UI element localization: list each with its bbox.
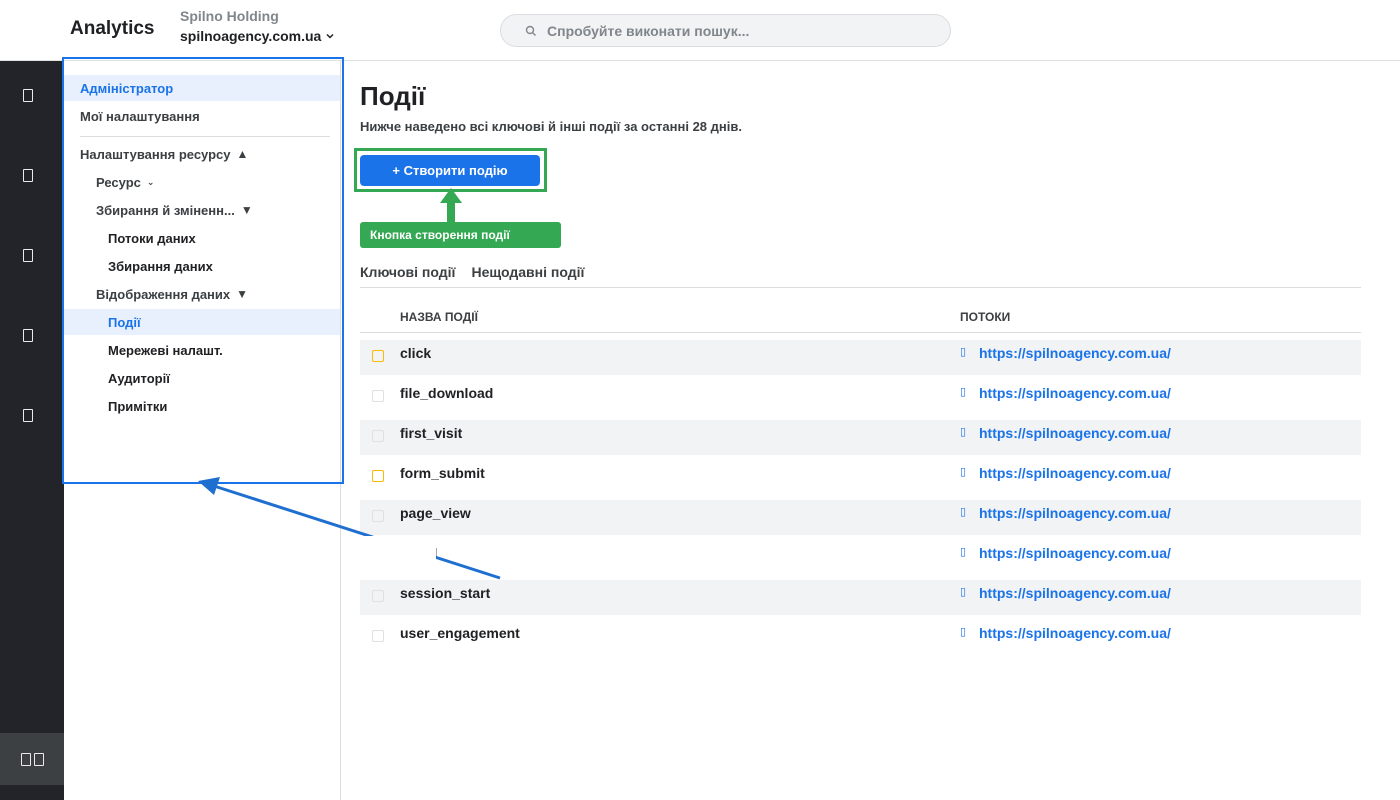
explore-icon[interactable]	[16, 243, 40, 267]
table-row[interactable]: click ▯ https://spilnoagency.com.ua/	[360, 340, 1361, 375]
key-event-star-icon[interactable]	[372, 470, 384, 482]
key-event-star-icon[interactable]	[372, 550, 384, 562]
key-event-star-icon[interactable]	[372, 590, 384, 602]
page-subtitle: Нижче наведено всі ключові й інші події …	[360, 119, 742, 134]
event-name: file_download	[400, 385, 494, 401]
web-stream-icon: ▯	[960, 626, 967, 638]
event-name: scroll	[400, 545, 438, 561]
sidebar-item-data-collection-settings[interactable]: Збирання даних	[64, 253, 340, 279]
event-name: page_view	[400, 505, 471, 521]
search-icon	[525, 25, 536, 36]
web-stream-icon: ▯	[960, 586, 967, 598]
table-row[interactable]: page_view ▯ https://spilnoagency.com.ua/	[360, 500, 1361, 535]
expand-triangle-icon: ▼	[240, 203, 253, 217]
account-property-name: spilnoagency.com.ua	[180, 28, 322, 44]
sidebar-item-audiences[interactable]: Аудиторії	[64, 365, 340, 391]
web-stream-icon: ▯	[960, 466, 967, 478]
web-stream-icon: ▯	[960, 506, 967, 518]
tab-key-events[interactable]: Ключові події	[360, 264, 455, 280]
divider	[80, 136, 330, 137]
chevron-down-icon: ⌄	[146, 176, 155, 187]
account-org-name: Spilno Holding	[180, 8, 279, 24]
key-event-star-icon[interactable]	[372, 630, 384, 642]
key-event-star-icon[interactable]	[372, 510, 384, 522]
sidebar-item-my-settings[interactable]: Мої налаштування	[64, 103, 340, 129]
stream-link[interactable]: https://spilnoagency.com.ua/	[979, 385, 1171, 401]
stream-link[interactable]: https://spilnoagency.com.ua/	[979, 345, 1171, 361]
events-tabs: Ключові події Нещодавні події	[360, 264, 584, 280]
column-header-streams[interactable]: ПОТОКИ	[960, 310, 1010, 324]
key-event-star-icon[interactable]	[372, 430, 384, 442]
table-row[interactable]: form_submit ▯ https://spilnoagency.com.u…	[360, 460, 1361, 495]
column-header-event-name[interactable]: НАЗВА ПОДІЇ	[400, 310, 478, 324]
admin-gear-icon[interactable]	[0, 733, 64, 785]
web-stream-icon: ▯	[960, 546, 967, 558]
key-event-star-icon[interactable]	[372, 390, 384, 402]
event-name: first_visit	[400, 425, 463, 441]
create-event-button[interactable]: + Створити подію	[360, 155, 540, 186]
callout-label: Кнопка створення події	[360, 222, 561, 248]
page-title: Події	[360, 81, 426, 111]
web-stream-icon: ▯	[960, 346, 967, 358]
web-stream-icon: ▯	[960, 386, 967, 398]
table-row[interactable]: user_engagement ▯ https://spilnoagency.c…	[360, 620, 1361, 655]
up-arrow-icon	[440, 188, 462, 222]
tab-recent-events[interactable]: Нещодавні події	[471, 264, 584, 280]
sidebar-item-data-streams[interactable]: Потоки даних	[64, 225, 340, 251]
sidebar-item-data-display[interactable]: Відображення даних ▼	[64, 281, 340, 307]
event-name: session_start	[400, 585, 491, 601]
event-name: user_engagement	[400, 625, 520, 641]
top-app-bar: Analytics Spilno Holding spilnoagency.co…	[0, 0, 1400, 61]
account-picker[interactable]: Spilno Holding spilnoagency.com.ua	[180, 8, 335, 44]
stream-link[interactable]: https://spilnoagency.com.ua/	[979, 425, 1171, 441]
home-icon[interactable]	[16, 83, 40, 107]
sidebar-item-property[interactable]: Ресурс ⌄	[64, 169, 340, 195]
sidebar-item-network-settings[interactable]: Мережеві налашт.	[64, 337, 340, 363]
table-header: НАЗВА ПОДІЇ ПОТОКИ	[360, 307, 1361, 333]
event-name: click	[400, 345, 432, 361]
key-event-star-icon[interactable]	[372, 350, 384, 362]
sidebar-item-admin[interactable]: Адміністратор	[64, 75, 340, 101]
sidebar-item-property-settings[interactable]: Налаштування ресурсу ▲	[64, 141, 340, 167]
stream-link[interactable]: https://spilnoagency.com.ua/	[979, 545, 1171, 561]
stream-link[interactable]: https://spilnoagency.com.ua/	[979, 505, 1171, 521]
app-title: Analytics	[70, 18, 155, 39]
event-name: form_submit	[400, 465, 485, 481]
stream-link[interactable]: https://spilnoagency.com.ua/	[979, 625, 1171, 641]
admin-side-nav: Адміністратор Мої налаштування Налаштува…	[64, 61, 341, 800]
table-row[interactable]: session_start ▯ https://spilnoagency.com…	[360, 580, 1361, 615]
search-bar[interactable]	[500, 14, 951, 47]
reports-icon[interactable]	[16, 163, 40, 187]
collapse-triangle-icon: ▲	[236, 147, 249, 161]
sidebar-item-data-collection[interactable]: Збирання й зміненн... ▼	[64, 197, 340, 223]
table-row[interactable]: first_visit ▯ https://spilnoagency.com.u…	[360, 420, 1361, 455]
expand-triangle-icon: ▼	[236, 287, 249, 301]
sidebar-item-annotations[interactable]: Примітки	[64, 393, 340, 419]
web-stream-icon: ▯	[960, 426, 967, 438]
search-input[interactable]	[547, 22, 927, 39]
advertising-icon[interactable]	[16, 323, 40, 347]
left-nav-rail	[0, 61, 64, 800]
sidebar-item-events[interactable]: Події	[64, 309, 340, 335]
divider	[360, 287, 1361, 288]
table-row[interactable]: scroll ▯ https://spilnoagency.com.ua/	[360, 540, 1361, 575]
table-row[interactable]: file_download ▯ https://spilnoagency.com…	[360, 380, 1361, 415]
chevron-down-icon	[326, 33, 334, 39]
stream-link[interactable]: https://spilnoagency.com.ua/	[979, 465, 1171, 481]
configure-icon[interactable]	[16, 403, 40, 427]
stream-link[interactable]: https://spilnoagency.com.ua/	[979, 585, 1171, 601]
